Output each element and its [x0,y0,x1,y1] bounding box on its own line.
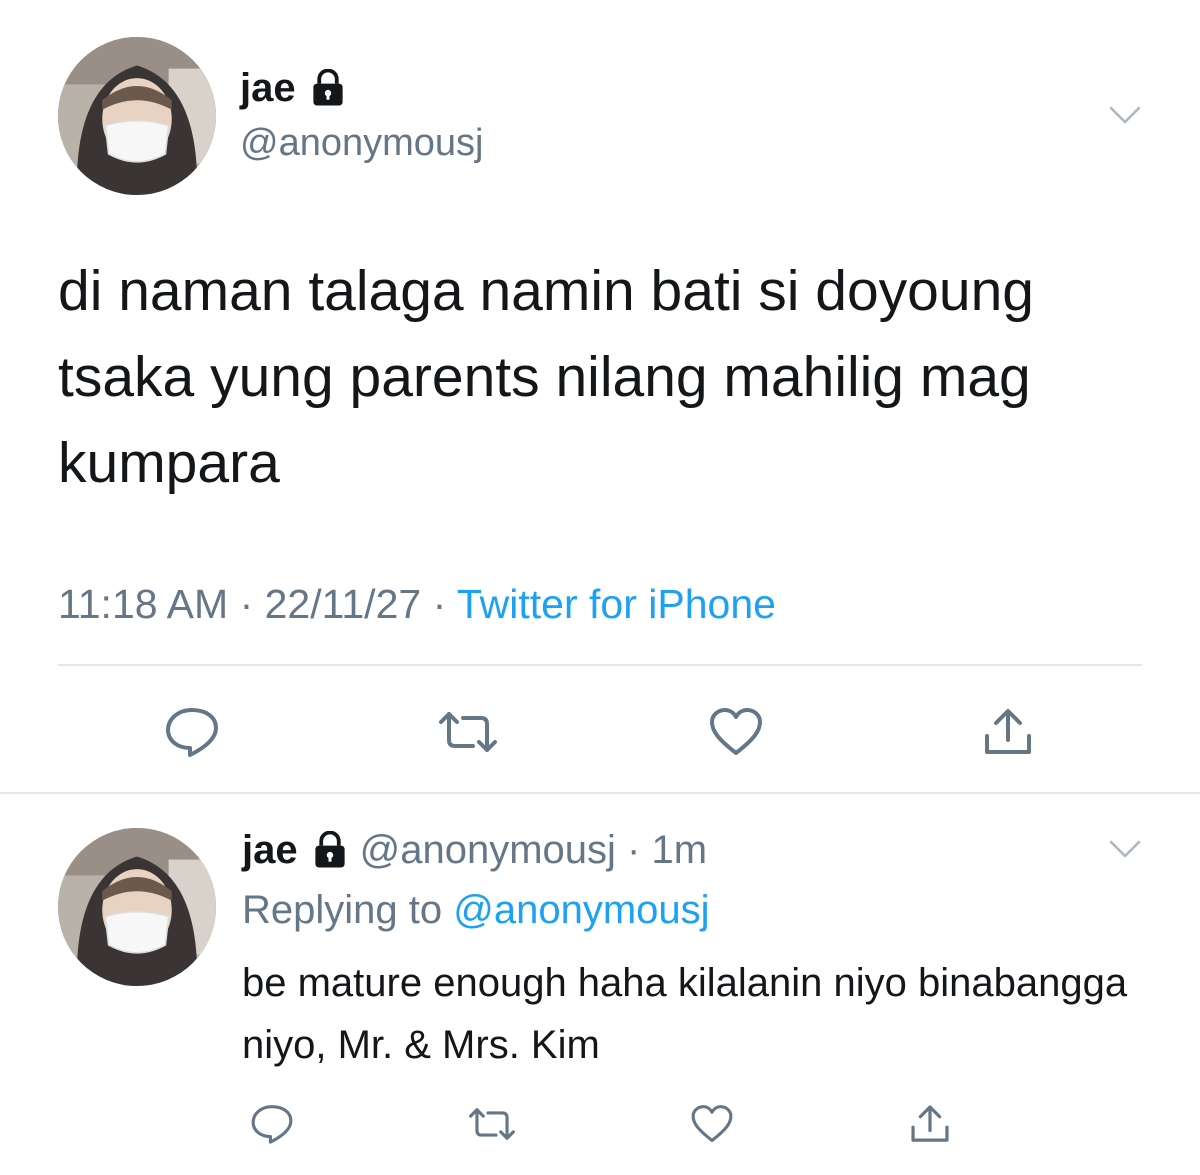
share-icon [985,709,1031,754]
retweet-button[interactable] [436,700,500,764]
replying-to: Replying to @anonymousj [242,886,710,934]
reply-button[interactable] [160,700,224,764]
like-button[interactable] [686,1098,738,1150]
retweet-icon [469,1108,515,1140]
heart-icon [691,1105,733,1143]
display-name[interactable]: jae [242,826,298,874]
chevron-down-icon[interactable] [1108,104,1142,126]
tweet-text: di naman talaga namin bati si doyoung ts… [58,259,1034,495]
tweet-source-link[interactable]: Twitter for iPhone [457,581,776,627]
lock-icon [312,69,343,106]
tweet-date[interactable]: 22/11/27 [265,581,422,627]
retweet-button[interactable] [466,1098,518,1150]
divider [58,664,1142,666]
avatar[interactable] [58,828,216,986]
reply-text: be mature enough haha kilalanin niyo bin… [242,961,1128,1067]
display-name[interactable]: jae [240,64,296,112]
reply-button[interactable] [246,1098,298,1150]
reply-header: jae @anonymousj · 1m [242,826,707,874]
like-button[interactable] [704,700,768,764]
meta-separator: · [228,581,265,627]
lock-icon [314,831,345,868]
share-button[interactable] [904,1098,956,1150]
handle-and-time[interactable]: @anonymousj · 1m [360,826,707,874]
heart-icon [710,708,762,755]
replying-to-mention[interactable]: @anonymousj [453,888,709,932]
retweet-icon [439,712,497,752]
replying-to-label: Replying to [242,888,454,932]
reply-icon [166,708,218,757]
meta-separator: · [421,581,457,627]
tweet-time[interactable]: 11:18 AM [58,581,228,627]
share-button[interactable] [976,700,1040,764]
divider [0,792,1200,794]
avatar-photo [58,37,216,195]
avatar-photo [58,828,216,986]
handle[interactable]: @anonymousj [240,120,483,166]
reply-icon [251,1105,293,1144]
display-name-row: jae [240,64,346,112]
share-icon [911,1105,949,1142]
avatar[interactable] [58,37,216,195]
chevron-down-icon[interactable] [1108,838,1142,860]
tweet-meta: 11:18 AM · 22/11/27 · Twitter for iPhone [58,576,776,632]
